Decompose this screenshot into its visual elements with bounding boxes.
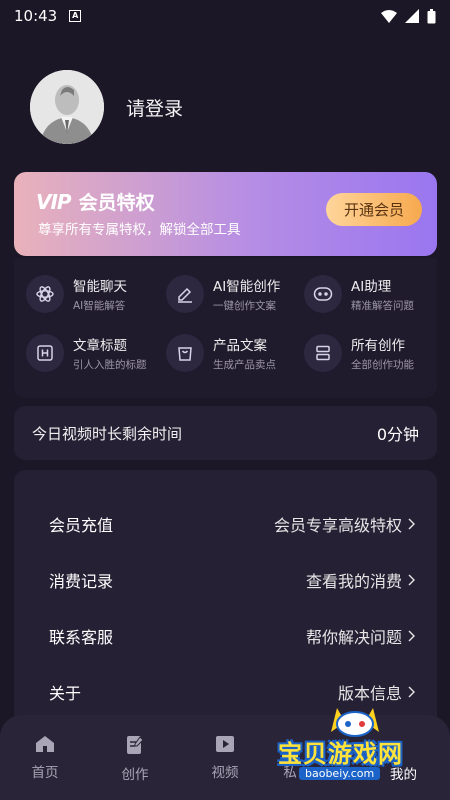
tool-name: 智能聊天 xyxy=(73,279,127,295)
video-time-card: 今日视频时长剩余时间 0分钟 xyxy=(14,406,437,460)
home-icon xyxy=(36,736,54,752)
login-link[interactable]: 请登录 xyxy=(126,94,183,121)
vip-title: 会员特权 xyxy=(78,192,155,214)
tool-ai-assistant[interactable]: AI助理 精准解答问题 xyxy=(304,275,414,313)
menu-item-consumption[interactable]: 消费记录 查看我的消费 xyxy=(49,560,415,600)
user-photo-icon xyxy=(30,70,104,144)
chevron-right-icon xyxy=(408,574,415,586)
tool-name: 所有创作 xyxy=(351,338,405,354)
gamepad-icon xyxy=(331,708,379,737)
profile-header[interactable]: 请登录 xyxy=(30,70,183,144)
tool-desc: 全部创作功能 xyxy=(351,359,414,371)
tool-name: 产品文案 xyxy=(213,338,267,354)
notification-a-icon: A xyxy=(69,10,82,22)
status-bar: 10:43 A xyxy=(0,0,450,32)
watermark-logo: 宝贝游戏网 baobeiy.com xyxy=(275,700,445,780)
heading-icon xyxy=(26,334,64,372)
tab-mine[interactable]: 我的 xyxy=(390,763,417,783)
tab-home[interactable]: 首页 xyxy=(15,735,75,781)
tool-desc: 引人入胜的标题 xyxy=(73,359,147,371)
tool-name: AI助理 xyxy=(351,279,392,295)
tool-name: 文章标题 xyxy=(73,338,127,354)
menu-label: 联系客服 xyxy=(49,628,114,647)
play-icon xyxy=(216,736,234,752)
document-icon xyxy=(127,736,144,754)
menu-value: 帮你解决问题 xyxy=(305,628,402,647)
signal-icon xyxy=(405,9,419,23)
menu-item-support[interactable]: 联系客服 帮你解决问题 xyxy=(49,616,415,656)
settings-menu: 会员充值 会员专享高级特权 消费记录 查看我的消费 联系客服 帮你解决问题 关于… xyxy=(14,470,437,730)
tool-desc: 精准解答问题 xyxy=(351,300,414,312)
battery-icon xyxy=(427,8,436,23)
watermark-url: baobeiy.com xyxy=(299,767,381,780)
tool-desc: AI智能解答 xyxy=(73,300,126,312)
tool-smart-chat[interactable]: 智能聊天 AI智能解答 xyxy=(26,275,127,313)
chevron-right-icon xyxy=(408,686,415,698)
vip-subtitle: 尊享所有专属特权，解锁全部工具 xyxy=(38,222,241,238)
pen-icon xyxy=(166,275,204,313)
status-time: 10:43 xyxy=(14,7,58,25)
robot-icon xyxy=(304,275,342,313)
tab-label: 视频 xyxy=(211,765,239,781)
status-right xyxy=(381,8,436,24)
chevron-right-icon xyxy=(408,518,415,530)
wifi-icon xyxy=(381,9,397,23)
menu-label: 消费记录 xyxy=(49,572,114,591)
tool-desc: 一键创作文案 xyxy=(213,300,276,312)
tab-label: 首页 xyxy=(31,765,59,781)
menu-label: 关于 xyxy=(49,684,82,703)
vip-title-row: VIP 会员特权 xyxy=(36,188,155,215)
vip-banner[interactable]: VIP 会员特权 尊享所有专属特权，解锁全部工具 开通会员 xyxy=(14,172,437,256)
open-membership-button[interactable]: 开通会员 xyxy=(326,193,422,226)
tools-grid: 智能聊天 AI智能解答 AI智能创作 一键创作文案 AI助理 精准解答问题 文章… xyxy=(14,258,437,398)
stack-icon xyxy=(304,334,342,372)
video-time-label: 今日视频时长剩余时间 xyxy=(32,424,183,443)
menu-label: 会员充值 xyxy=(49,516,114,535)
bag-icon xyxy=(166,334,204,372)
vip-logo-icon: VIP xyxy=(36,189,72,214)
tool-ai-creation[interactable]: AI智能创作 一键创作文案 xyxy=(166,275,280,313)
tool-desc: 生成产品卖点 xyxy=(213,359,276,371)
avatar[interactable] xyxy=(30,70,104,144)
chevron-right-icon xyxy=(408,630,415,642)
tool-all-creations[interactable]: 所有创作 全部创作功能 xyxy=(304,334,414,372)
tab-create[interactable]: 创作 xyxy=(105,735,165,783)
tool-article-title[interactable]: 文章标题 引人入胜的标题 xyxy=(26,334,147,372)
menu-value: 会员专享高级特权 xyxy=(273,516,402,535)
tool-product-copy[interactable]: 产品文案 生成产品卖点 xyxy=(166,334,276,372)
tab-video[interactable]: 视频 xyxy=(195,735,255,781)
menu-value: 查看我的消费 xyxy=(305,572,402,591)
menu-item-recharge[interactable]: 会员充值 会员专享高级特权 xyxy=(49,504,415,544)
atom-icon xyxy=(26,275,64,313)
tool-name: AI智能创作 xyxy=(213,279,281,295)
video-time-value: 0分钟 xyxy=(376,425,419,444)
watermark-text: 宝贝游戏网 xyxy=(278,740,403,768)
tab-label: 创作 xyxy=(121,767,149,783)
